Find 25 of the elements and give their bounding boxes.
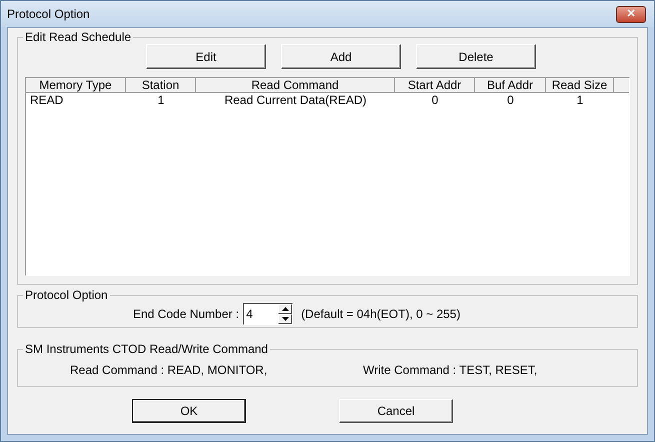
column-header[interactable]: Start Addr	[395, 78, 475, 93]
table-cell-text: Read Current Data(READ)	[223, 93, 368, 107]
column-header[interactable]: Memory Type	[26, 78, 126, 93]
group-title: SM Instruments CTOD Read/Write Command	[24, 342, 269, 356]
column-header[interactable]: Read Command	[196, 78, 395, 93]
column-header[interactable]: Read Size	[546, 78, 614, 93]
toolbar-button[interactable]: Delete	[416, 44, 536, 69]
column-header[interactable]: Buf Addr	[475, 78, 546, 93]
table-cell-text: 1	[156, 93, 166, 107]
window-title: Protocol Option	[7, 7, 90, 21]
table-cell-text: 1	[576, 93, 584, 107]
hint-text: (Default = 04h(EOT), 0 ~ 255)	[301, 307, 460, 321]
table-cell-text: READ	[29, 93, 64, 107]
group-title: Protocol Option	[24, 288, 109, 302]
table-cell-text: 0	[430, 93, 440, 107]
table-cell-text: 0	[506, 93, 515, 107]
dialog-button[interactable]: OK	[132, 399, 246, 423]
dialog-button[interactable]: Cancel	[339, 399, 453, 423]
group-title: Edit Read Schedule	[24, 30, 132, 44]
column-header[interactable]: Station	[126, 78, 196, 93]
field-label: End Code Number :	[133, 307, 240, 321]
read-command-text: Read Command : READ, MONITOR,	[70, 363, 268, 377]
write-command-text: Write Command : TEST, RESET,	[363, 363, 538, 377]
toolbar-button[interactable]: Edit	[146, 44, 266, 69]
toolbar-button[interactable]: Add	[281, 44, 401, 69]
